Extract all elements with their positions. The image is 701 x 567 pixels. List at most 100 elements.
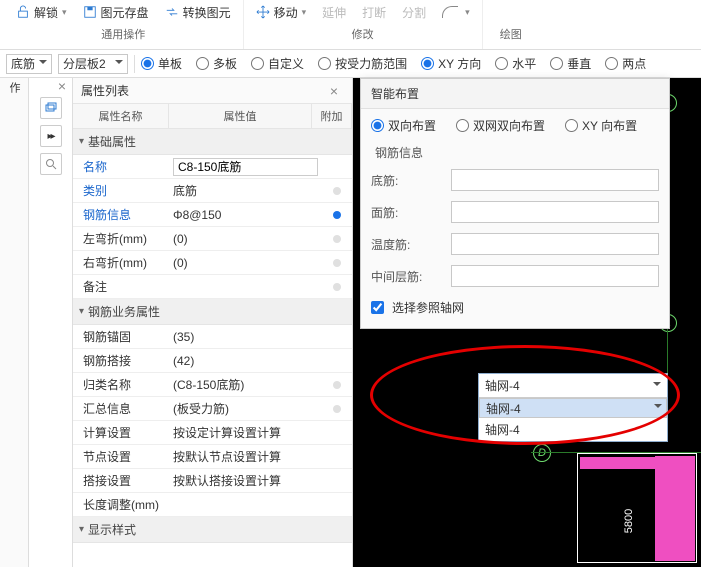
dot-lbend[interactable] [333, 235, 341, 243]
row-name: 名称 [73, 155, 352, 179]
grid-option-0[interactable]: 轴网-4 [479, 398, 667, 418]
radio-xy-layout[interactable]: XY 向布置 [565, 117, 637, 134]
lbl-mid: 中间层筋: [371, 268, 431, 285]
grid-dropdown[interactable]: 轴网-4 轴网-4 轴网-4 [478, 373, 668, 442]
left-toolbar: × ▸▸ [29, 78, 73, 567]
row-sum: 汇总信息(板受力筋) [73, 397, 352, 421]
lbl-type: 类别 [73, 179, 169, 202]
lbl-bottom: 底筋: [371, 172, 431, 189]
layers-icon [45, 102, 57, 114]
grid-checkbox-label: 选择参照轴网 [392, 299, 464, 316]
input-name[interactable] [173, 158, 318, 176]
radio-dual[interactable]: 双向布置 [371, 117, 436, 134]
row-node: 节点设置按默认节点设置计算 [73, 445, 352, 469]
row-lbend: 左弯折(mm) (0) [73, 227, 352, 251]
unlock-label: 解锁 [34, 4, 58, 21]
row-class: 归类名称(C8-150底筋) [73, 373, 352, 397]
col-name: 属性名称 [73, 104, 169, 128]
lbl-top: 面筋: [371, 204, 431, 221]
row-lap: 钢筋搭接(42) [73, 349, 352, 373]
radio-horiz[interactable]: 水平 [495, 55, 536, 72]
move-button[interactable]: 移动 ▾ [252, 2, 311, 23]
input-temp[interactable] [451, 233, 659, 255]
property-panel-head: 属性列表 × [73, 78, 352, 104]
dot-rebar-info[interactable] [333, 211, 341, 219]
filter-bar: 底筋 分层板2 单板 多板 自定义 按受力筋范围 XY 方向 水平 垂直 两点 [0, 50, 701, 78]
input-mid[interactable] [451, 265, 659, 287]
ribbon-group-modify: 移动 ▾ 延伸 打断 分割 ▾ 修改 [244, 0, 483, 49]
tool-icon-1[interactable] [40, 97, 62, 119]
axis-bubble-d: D [533, 444, 551, 462]
property-panel: 属性列表 × 属性名称 属性值 附加 基础属性 名称 类别 底筋 钢筋信息 Φ8… [73, 78, 353, 567]
break-label: 打断 [362, 4, 386, 21]
grid-dropdown-value[interactable]: 轴网-4 [479, 374, 667, 398]
extend-label: 延伸 [322, 4, 346, 21]
radio-single[interactable]: 单板 [141, 55, 182, 72]
radio-2pt[interactable]: 两点 [605, 55, 646, 72]
smart-panel: 智能布置 双向布置 双网双向布置 XY 向布置 钢筋信息 底筋: 面筋: 温度筋… [360, 78, 670, 329]
ribbon-group-common-title: 通用操作 [101, 26, 145, 42]
val-rebar-info: Φ8@150 [173, 208, 221, 222]
ribbon: 解锁 ▾ 图元存盘 转换图元 通用操作 移动 ▾ 延伸 打断 分割 ▾ [0, 0, 701, 50]
radio-multi[interactable]: 多板 [196, 55, 237, 72]
close-left-button[interactable]: × [52, 78, 72, 94]
input-bottom[interactable] [451, 169, 659, 191]
save-primitive-button[interactable]: 图元存盘 [79, 2, 153, 23]
dot-type[interactable] [333, 187, 341, 195]
col-val: 属性值 [169, 104, 312, 128]
grid-option-1[interactable]: 轴网-4 [479, 418, 667, 441]
row-calc: 计算设置按设定计算设置计算 [73, 421, 352, 445]
grid-checkbox[interactable] [371, 301, 384, 314]
lbl-rbend: 右弯折(mm) [73, 251, 169, 274]
ribbon-group-draw-title: 绘图 [500, 26, 522, 42]
lbl-lbend: 左弯折(mm) [73, 227, 169, 250]
layer-select[interactable]: 分层板2 [58, 54, 128, 74]
row-type: 类别 底筋 [73, 179, 352, 203]
val-lbend: (0) [173, 232, 188, 246]
arc-button[interactable]: ▾ [438, 4, 474, 20]
col-ext: 附加 [312, 104, 352, 128]
smart-mode-radios: 双向布置 双网双向布置 XY 向布置 [371, 117, 659, 134]
save-primitive-label: 图元存盘 [101, 4, 149, 21]
property-body: 基础属性 名称 类别 底筋 钢筋信息 Φ8@150 左弯折(mm) (0) [73, 129, 352, 567]
unlock-button[interactable]: 解锁 ▾ [12, 2, 71, 23]
arc-icon [442, 6, 458, 18]
smart-panel-title: 智能布置 [361, 79, 669, 109]
break-button: 打断 [358, 2, 390, 23]
row-remark: 备注 [73, 275, 352, 299]
dim-5800: 5800 [623, 509, 635, 533]
move-icon [256, 5, 270, 19]
row-anchor: 钢筋锚固(35) [73, 325, 352, 349]
row-rebar-info: 钢筋信息 Φ8@150 [73, 203, 352, 227]
lbl-temp: 温度筋: [371, 236, 431, 253]
group-display[interactable]: 显示样式 [73, 517, 352, 543]
dot-rbend[interactable] [333, 259, 341, 267]
extend-button: 延伸 [318, 2, 350, 23]
radio-vert[interactable]: 垂直 [550, 55, 591, 72]
smart-section-title: 钢筋信息 [375, 144, 659, 161]
split-label: 分割 [402, 4, 426, 21]
group-basic[interactable]: 基础属性 [73, 129, 352, 155]
left-tab-work[interactable]: 作 [0, 78, 29, 567]
radio-custom[interactable]: 自定义 [251, 55, 304, 72]
radio-range[interactable]: 按受力筋范围 [318, 55, 407, 72]
group-rebar-biz[interactable]: 钢筋业务属性 [73, 299, 352, 325]
expand-button[interactable]: ▸▸ [40, 125, 62, 147]
convert-primitive-button[interactable]: 转换图元 [161, 2, 235, 23]
move-label: 移动 [274, 4, 298, 21]
row-rbend: 右弯折(mm) (0) [73, 251, 352, 275]
split-button: 分割 [398, 2, 430, 23]
convert-icon [165, 5, 179, 19]
unlock-icon [16, 5, 30, 19]
dot-remark[interactable] [333, 283, 341, 291]
search-button[interactable] [40, 153, 62, 175]
grid-checkbox-row: 选择参照轴网 [371, 299, 659, 316]
category-select[interactable]: 底筋 [6, 54, 52, 74]
radio-dual2[interactable]: 双网双向布置 [456, 117, 545, 134]
input-top[interactable] [451, 201, 659, 223]
filter-radios: 单板 多板 自定义 按受力筋范围 XY 方向 水平 垂直 两点 [141, 55, 646, 72]
radio-xy[interactable]: XY 方向 [421, 55, 481, 72]
lbl-rebar-info: 钢筋信息 [73, 203, 169, 226]
property-panel-close[interactable]: × [324, 83, 344, 99]
property-table-head: 属性名称 属性值 附加 [73, 104, 352, 129]
